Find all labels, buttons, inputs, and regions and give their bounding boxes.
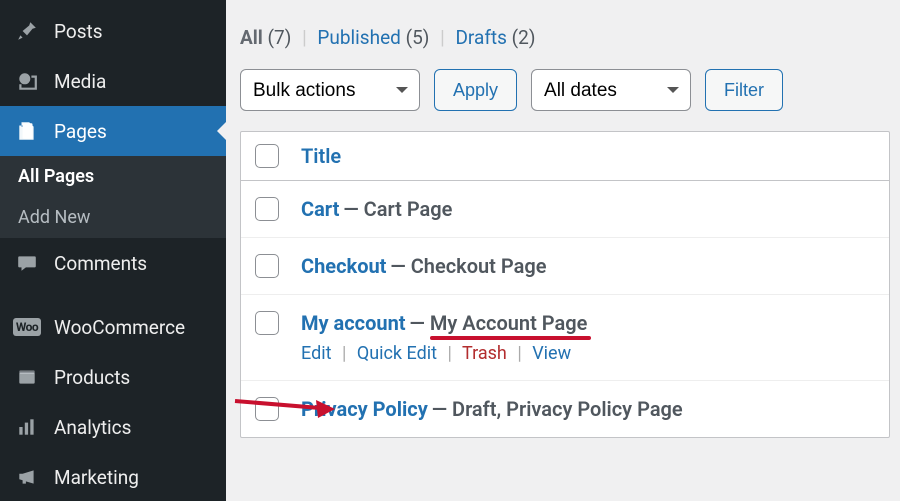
action-quick-edit[interactable]: Quick Edit	[357, 343, 437, 364]
woocommerce-icon: Woo	[14, 314, 40, 340]
sidebar-item-label: Analytics	[54, 416, 131, 439]
sidebar-item-pages[interactable]: Pages	[0, 106, 226, 156]
row-checkbox[interactable]	[255, 311, 279, 335]
action-edit[interactable]: Edit	[301, 343, 331, 364]
sidebar-item-label: Media	[54, 70, 106, 93]
sidebar-item-label: Pages	[54, 120, 107, 143]
row-actions: Edit | Quick Edit | Trash | View	[301, 343, 875, 364]
pin-icon	[14, 18, 40, 44]
tablenav: Bulk actions Apply All dates Filter	[240, 69, 890, 111]
page-state: Cart Page	[364, 197, 453, 221]
pages-icon	[14, 118, 40, 144]
bulk-actions-select[interactable]: Bulk actions	[240, 69, 420, 111]
table-row: Checkout — Checkout Page	[241, 238, 889, 295]
row-checkbox[interactable]	[255, 197, 279, 221]
megaphone-icon	[14, 464, 40, 490]
row-checkbox[interactable]	[255, 254, 279, 278]
page-title-link[interactable]: Privacy Policy	[301, 397, 428, 421]
date-filter-select[interactable]: All dates	[531, 69, 691, 111]
filter-published-count: (5)	[406, 26, 430, 49]
comment-icon	[14, 250, 40, 276]
status-filter-links: All (7) | Published (5) | Drafts (2)	[240, 26, 890, 49]
page-title-link[interactable]: Checkout	[301, 254, 386, 278]
table-header: Title	[241, 132, 889, 181]
media-icon	[14, 68, 40, 94]
sidebar-item-marketing[interactable]: Marketing	[0, 452, 226, 501]
table-row: My account — My Account Page Edit | Quic…	[241, 295, 889, 381]
page-title-link[interactable]: My account	[301, 311, 406, 335]
action-view[interactable]: View	[532, 343, 571, 364]
content-area: All (7) | Published (5) | Drafts (2) Bul…	[226, 0, 900, 501]
sidebar-item-comments[interactable]: Comments	[0, 238, 226, 288]
filter-all[interactable]: All	[240, 26, 263, 49]
sidebar-item-products[interactable]: Products	[0, 352, 226, 402]
pages-submenu: All Pages Add New	[0, 156, 226, 238]
page-title-link[interactable]: Cart	[301, 197, 339, 221]
admin-sidebar: Posts Media Pages All Pages Add New Comm…	[0, 0, 226, 501]
filter-drafts[interactable]: Drafts	[455, 26, 507, 49]
filter-button[interactable]: Filter	[705, 69, 783, 111]
sidebar-item-label: Posts	[54, 20, 103, 43]
sidebar-item-label: Comments	[54, 252, 147, 275]
page-state: Checkout Page	[411, 254, 547, 278]
table-row: Cart — Cart Page	[241, 181, 889, 238]
sidebar-item-label: Products	[54, 366, 130, 389]
pages-table: Title Cart — Cart Page Checkout — Checko…	[240, 131, 890, 438]
sidebar-item-posts[interactable]: Posts	[0, 6, 226, 56]
sidebar-item-analytics[interactable]: Analytics	[0, 402, 226, 452]
submenu-add-new[interactable]: Add New	[0, 197, 226, 238]
page-state: My Account Page	[430, 311, 588, 335]
sidebar-item-woocommerce[interactable]: Woo WooCommerce	[0, 302, 226, 352]
select-all-checkbox[interactable]	[255, 144, 279, 168]
filter-all-count: (7)	[268, 26, 292, 49]
row-checkbox[interactable]	[255, 397, 279, 421]
submenu-all-pages[interactable]: All Pages	[0, 156, 226, 197]
table-row: Privacy Policy — Draft, Privacy Policy P…	[241, 381, 889, 437]
filter-drafts-count: (2)	[512, 26, 536, 49]
sidebar-item-label: Marketing	[54, 466, 139, 489]
sidebar-item-label: WooCommerce	[54, 316, 185, 339]
filter-published[interactable]: Published	[317, 26, 400, 49]
page-state: Draft, Privacy Policy Page	[452, 397, 683, 421]
action-trash[interactable]: Trash	[462, 343, 507, 364]
products-icon	[14, 364, 40, 390]
sidebar-item-media[interactable]: Media	[0, 56, 226, 106]
column-title[interactable]: Title	[301, 144, 341, 168]
analytics-icon	[14, 414, 40, 440]
apply-button[interactable]: Apply	[434, 69, 517, 111]
